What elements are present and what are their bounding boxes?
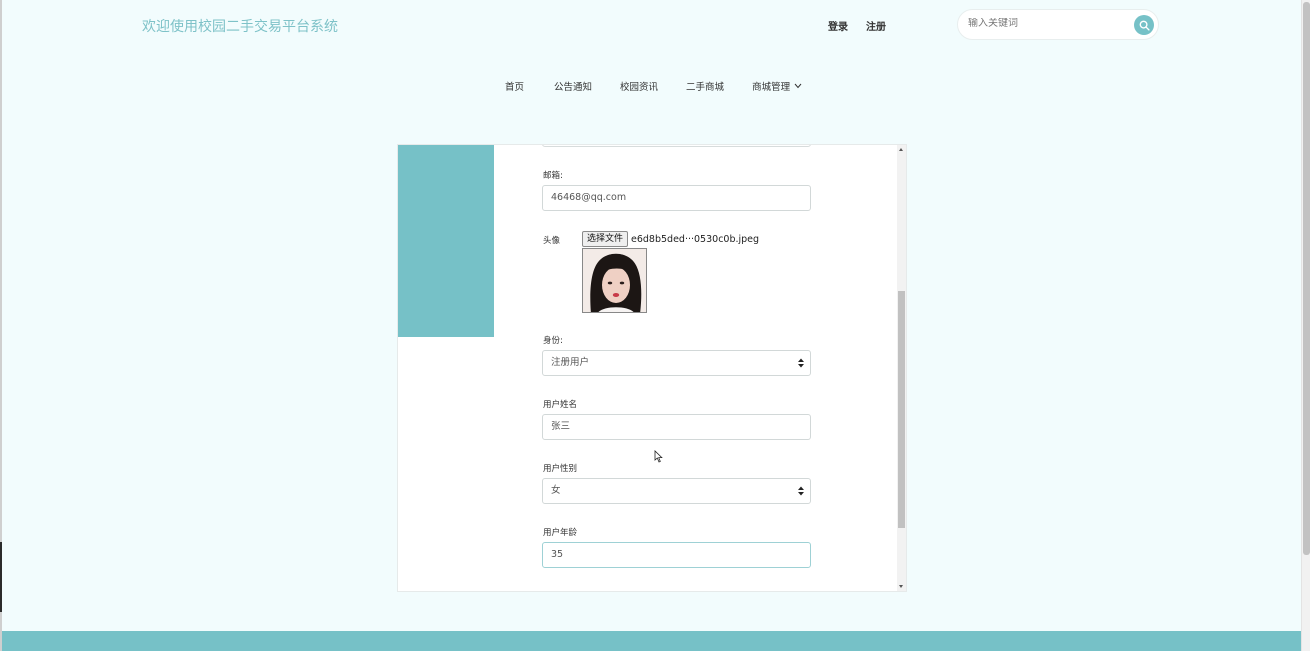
panel-scrollbar-thumb[interactable] — [898, 291, 905, 528]
username-label: 用户姓名 — [543, 400, 578, 410]
auth-links: 登录 注册 — [828, 18, 886, 33]
main-nav: 首页 公告通知 校园资讯 二手商城 商城管理 — [505, 79, 830, 93]
avatar-image — [582, 248, 647, 313]
identity-select-value: 注册用户 — [551, 357, 590, 368]
search-button[interactable] — [1134, 15, 1154, 35]
choose-file-button[interactable]: 选择文件 — [582, 231, 629, 247]
email-label: 邮箱: — [543, 171, 563, 181]
nav-news-label: 校园资讯 — [620, 82, 659, 93]
gender-select-value: 女 — [551, 485, 561, 496]
nav-mall-management[interactable]: 商城管理 — [752, 79, 802, 93]
age-field[interactable]: 35 — [542, 542, 811, 568]
nav-notices-label: 公告通知 — [554, 82, 593, 93]
panel-scrollbar[interactable] — [897, 145, 906, 591]
select-arrows-icon — [798, 486, 804, 496]
nav-news[interactable]: 校园资讯 — [620, 79, 658, 93]
window-scrollbar-thumb[interactable] — [1303, 2, 1310, 555]
scroll-up-arrow-icon[interactable] — [899, 148, 903, 151]
register-link[interactable]: 注册 — [866, 18, 886, 33]
nav-home[interactable]: 首页 — [505, 79, 524, 93]
search-box — [957, 9, 1159, 40]
identity-label: 身份: — [543, 336, 563, 346]
footer-bar — [2, 631, 1301, 651]
previous-field[interactable] — [542, 145, 811, 147]
gender-label: 用户性别 — [543, 464, 578, 474]
search-icon — [1139, 20, 1150, 31]
avatar-label: 头像 — [543, 236, 561, 246]
window-scrollbar[interactable] — [1301, 0, 1310, 651]
select-arrows-icon — [798, 358, 804, 368]
mouse-cursor-icon — [654, 450, 663, 463]
age-label: 用户年龄 — [543, 528, 578, 538]
nav-market[interactable]: 二手商城 — [686, 79, 724, 93]
scroll-down-arrow-icon[interactable] — [899, 585, 903, 588]
email-field[interactable]: 46468@qq.com — [542, 185, 811, 211]
identity-select[interactable]: 注册用户 — [542, 350, 811, 376]
file-upload: 选择文件 e6d8b5ded···0530c0b.jpeg — [582, 231, 759, 247]
chevron-down-icon — [794, 83, 802, 89]
nav-notices[interactable]: 公告通知 — [554, 79, 592, 93]
file-name: e6d8b5ded···0530c0b.jpeg — [631, 233, 760, 245]
gender-select[interactable]: 女 — [542, 478, 811, 504]
username-field[interactable]: 张三 — [542, 414, 811, 440]
panel-side-block — [398, 145, 494, 337]
nav-mall-management-label: 商城管理 — [752, 82, 791, 93]
login-link[interactable]: 登录 — [828, 18, 848, 33]
site-title: 欢迎使用校园二手交易平台系统 — [142, 19, 338, 35]
profile-form-panel: 邮箱: 46468@qq.com 头像 选择文件 e6d8b5ded···053… — [397, 144, 907, 592]
nav-market-label: 二手商城 — [686, 82, 725, 93]
nav-home-label: 首页 — [505, 82, 525, 93]
search-input[interactable] — [968, 18, 1128, 29]
